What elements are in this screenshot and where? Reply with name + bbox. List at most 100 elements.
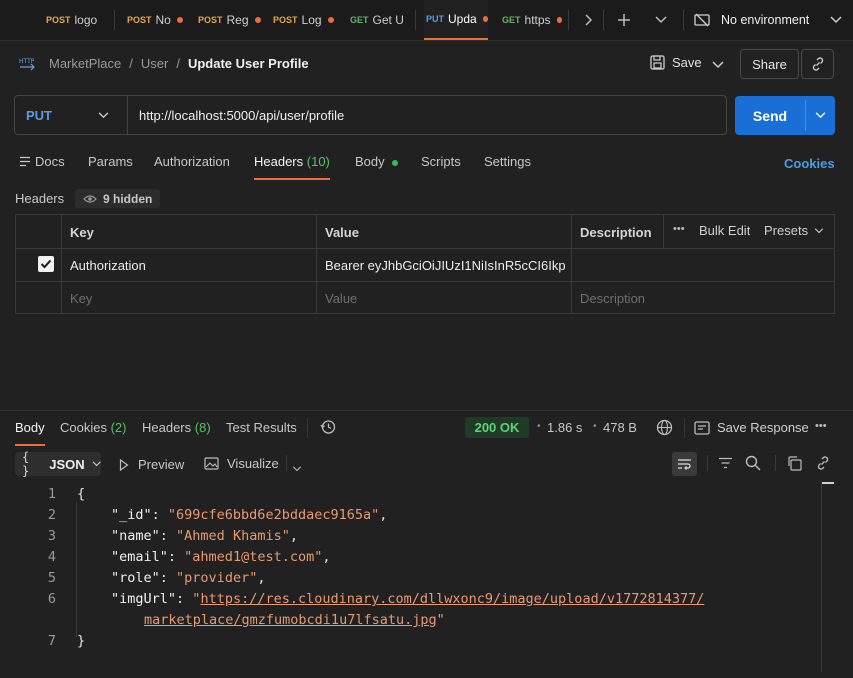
save-label: Save	[672, 55, 702, 70]
line-number: 5	[47, 570, 56, 586]
new-description-input[interactable]: Description	[580, 291, 645, 306]
img-url-link[interactable]: marketplace/gmzfumobcdi1u7lfsatu.jpg	[144, 612, 437, 628]
presets-dropdown[interactable]: Presets	[764, 223, 824, 238]
history-icon[interactable]	[320, 419, 336, 438]
share-button[interactable]: Share	[740, 49, 799, 79]
request-tab-7[interactable]: GET https	[502, 0, 562, 40]
visualize-options-chevron-icon[interactable]	[292, 460, 302, 475]
response-divider[interactable]	[0, 410, 853, 411]
header-key-cell[interactable]: Authorization	[70, 258, 146, 273]
tab-method: POST	[127, 15, 152, 25]
line-number: 7	[47, 633, 56, 649]
search-icon[interactable]	[745, 455, 761, 474]
play-icon	[119, 458, 129, 471]
chevron-down-icon	[830, 16, 842, 24]
headers-table: Key Value Description ••• Bulk Edit Pres…	[15, 214, 835, 314]
checkmark-icon	[40, 259, 52, 269]
breadcrumb-collection[interactable]: MarketPlace	[49, 56, 121, 71]
header-value-cell[interactable]: Bearer eyJhbGciOiJIUzI1NiIsInR5cCI6Ikp..…	[325, 258, 565, 273]
breadcrumb-separator: /	[129, 56, 133, 71]
globe-icon[interactable]	[656, 419, 673, 439]
method-select[interactable]: PUT	[15, 96, 128, 134]
response-more-icon[interactable]: •••	[815, 420, 827, 432]
url-input[interactable]: http://localhost:5000/api/user/profile	[139, 96, 344, 134]
hidden-headers-toggle[interactable]: 9 hidden	[75, 189, 161, 208]
line-number: 2	[47, 507, 56, 523]
tab-settings[interactable]: Settings	[484, 154, 531, 169]
tab-headers[interactable]: Headers (10)	[254, 154, 330, 180]
no-environment-icon	[694, 13, 710, 27]
response-time[interactable]: 1.86 s	[547, 420, 582, 435]
preview-button[interactable]: Preview	[119, 457, 184, 472]
code-line: "_id": "699cfe6bbd6e2bddaec9165a",	[111, 507, 388, 523]
tab-label: Docs	[35, 154, 65, 169]
line-number: 4	[47, 549, 56, 565]
filter-icon[interactable]	[718, 457, 733, 472]
bulk-edit-button[interactable]: Bulk Edit	[699, 223, 750, 238]
copy-icon[interactable]	[787, 456, 802, 474]
request-tab-4[interactable]: POST Log	[273, 0, 337, 40]
tab-label: Body	[355, 154, 385, 169]
line-number: 1	[47, 486, 56, 502]
tab-scripts[interactable]: Scripts	[421, 154, 461, 169]
new-key-input[interactable]: Key	[70, 291, 92, 306]
unsaved-dot-icon	[556, 17, 562, 23]
response-body-editor[interactable]: 1 { 2 "_id": "699cfe6bbd6e2bddaec9165a",…	[0, 482, 853, 678]
status-badge[interactable]: 200 OK	[465, 417, 529, 438]
response-tab-cookies[interactable]: Cookies (2)	[60, 420, 126, 435]
more-options-icon[interactable]: •••	[673, 223, 685, 235]
request-tab-5[interactable]: GET Get U	[350, 0, 410, 40]
header-row-checkbox[interactable]	[38, 256, 54, 272]
save-response-icon	[694, 420, 710, 435]
unsaved-dot-icon	[482, 16, 488, 22]
docs-icon	[20, 156, 30, 167]
tab-body[interactable]: Body	[355, 154, 398, 169]
url-bar: PUT http://localhost:5000/api/user/profi…	[14, 95, 727, 135]
response-tab-test-results[interactable]: Test Results	[226, 420, 297, 435]
request-tab-1[interactable]: POST logo	[46, 0, 108, 40]
code-line: "imgUrl": "https://res.cloudinary.com/dl…	[111, 591, 705, 607]
hidden-count: 9 hidden	[103, 191, 153, 206]
save-response-button[interactable]: Save Response	[694, 420, 809, 435]
request-tab-3[interactable]: POST Reg	[198, 0, 262, 40]
cookies-link[interactable]: Cookies	[784, 156, 835, 171]
format-select[interactable]: { } JSON	[15, 450, 101, 478]
request-tab-2[interactable]: POST No	[127, 0, 189, 40]
line-number: 6	[47, 591, 56, 607]
response-tab-body[interactable]: Body	[15, 420, 45, 446]
copy-link-button[interactable]	[801, 49, 834, 79]
send-button[interactable]: Send	[735, 96, 805, 135]
wrap-lines-icon[interactable]	[672, 452, 697, 476]
save-response-label: Save Response	[717, 420, 809, 435]
breadcrumb: MarketPlace / User / Update User Profile	[49, 56, 309, 71]
breadcrumb-folder[interactable]: User	[141, 56, 168, 71]
page-title[interactable]: Update User Profile	[188, 56, 309, 71]
save-button[interactable]: Save	[650, 55, 702, 70]
plus-icon[interactable]	[613, 10, 635, 30]
headers-count-badge: (10)	[306, 154, 330, 169]
save-options-chevron-icon[interactable]	[710, 58, 726, 72]
environment-selector[interactable]: No environment	[694, 0, 844, 40]
tab-title: Log	[301, 13, 322, 27]
link-icon[interactable]	[815, 455, 831, 474]
chevron-down-icon[interactable]	[651, 10, 671, 30]
chevron-right-icon[interactable]	[578, 10, 598, 30]
tab-method: GET	[350, 15, 369, 25]
tab-docs[interactable]: Docs	[19, 154, 65, 169]
new-value-input[interactable]: Value	[325, 291, 357, 306]
response-tab-headers[interactable]: Headers (8)	[142, 420, 211, 435]
tab-title: No	[155, 13, 171, 27]
img-url-link[interactable]: https://res.cloudinary.com/dllwxonc9/ima…	[200, 591, 704, 607]
tab-authorization[interactable]: Authorization	[154, 154, 230, 169]
tab-method: POST	[198, 15, 223, 25]
tab-title: logo	[74, 13, 98, 27]
visualize-button[interactable]: Visualize	[204, 456, 279, 471]
send-options-chevron-icon[interactable]	[806, 96, 835, 135]
chevron-down-icon	[98, 111, 109, 118]
unsaved-dot-icon	[327, 17, 334, 23]
tab-params[interactable]: Params	[88, 154, 133, 169]
response-size[interactable]: 478 B	[603, 420, 637, 435]
column-header-key: Key	[70, 225, 94, 240]
request-tab-active[interactable]: PUT Upda	[424, 0, 488, 40]
cookies-count: (2)	[110, 420, 127, 435]
